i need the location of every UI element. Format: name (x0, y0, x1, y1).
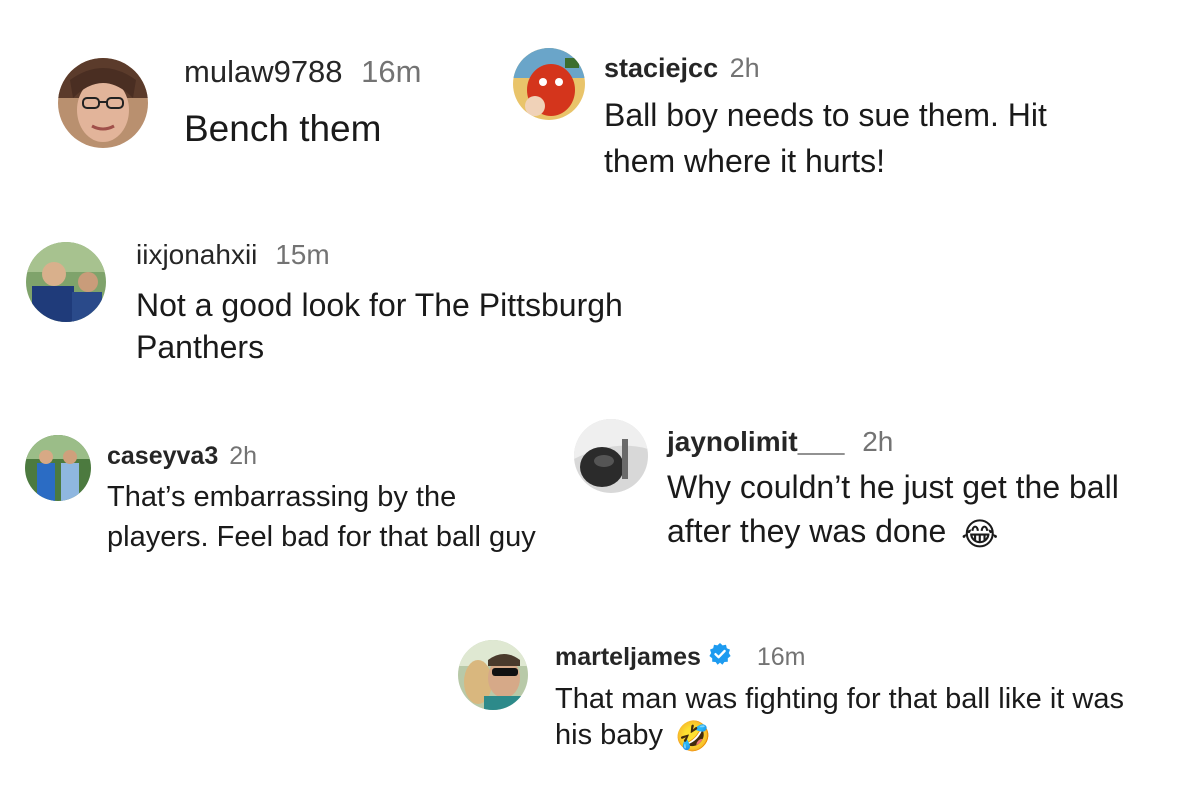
timestamp: 15m (275, 239, 330, 270)
avatar[interactable] (25, 435, 91, 501)
timestamp: 2h (862, 426, 894, 457)
comment-text: Ball boy needs to sue them. Hit them whe… (604, 97, 1047, 179)
timestamp: 2h (729, 53, 760, 83)
comment-text: That’s embarrassing by the players. Feel… (107, 481, 536, 553)
avatar[interactable] (513, 48, 585, 120)
rolling-on-floor-laughing-emoji-icon: 🤣 (675, 720, 712, 753)
timestamp: 16m (361, 54, 422, 89)
comment-text: Why couldn’t he just get the ball after … (667, 465, 1147, 556)
username[interactable]: marteljames (555, 643, 701, 671)
username[interactable]: caseyva3 (107, 442, 218, 470)
verified-badge-icon (708, 641, 732, 675)
comment-text: That man was fighting for that ball like… (555, 681, 1155, 754)
avatar[interactable] (26, 242, 106, 322)
avatar[interactable] (58, 58, 148, 148)
username[interactable]: staciejcc (604, 53, 718, 83)
username[interactable]: mulaw9788 (184, 54, 343, 89)
comment-text-content: That man was fighting for that ball like… (555, 683, 1124, 752)
timestamp: 2h (229, 442, 257, 470)
comment-text: Not a good look for The Pittsburgh Panth… (136, 287, 623, 365)
avatar[interactable] (574, 419, 648, 493)
comment-text-content: Why couldn’t he just get the ball after … (667, 469, 1119, 549)
username[interactable]: iixjonahxii (136, 239, 257, 270)
avatar[interactable] (458, 640, 528, 710)
cropped-reply-link (136, 383, 196, 389)
comment-text: Bench them (184, 108, 382, 149)
timestamp: 16m (756, 643, 806, 671)
username[interactable]: jaynolimit___ (667, 426, 844, 457)
tears-of-joy-emoji-icon: 😂 (961, 515, 999, 552)
